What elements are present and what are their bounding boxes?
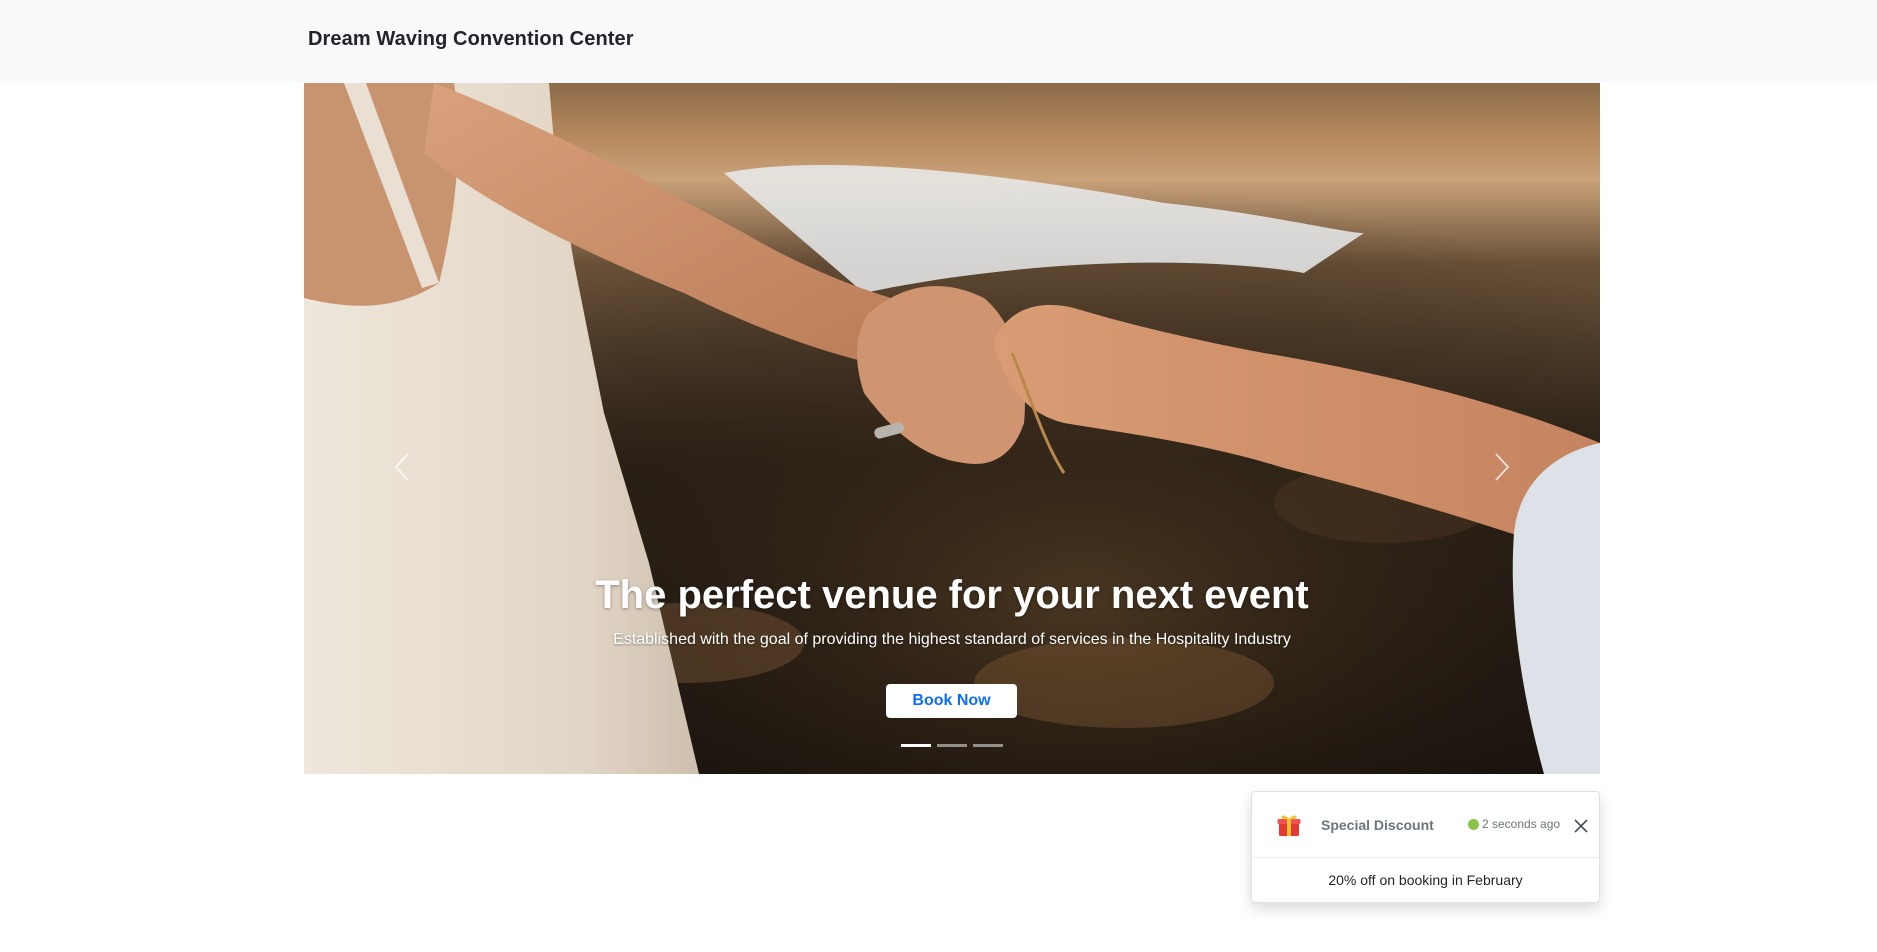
- toast-title: Special Discount: [1321, 817, 1434, 833]
- status-dot-icon: [1468, 819, 1479, 830]
- toast-message: 20% off on booking in February: [1328, 872, 1523, 888]
- brand-title[interactable]: Dream Waving Convention Center: [308, 28, 634, 51]
- carousel-indicator-3[interactable]: [973, 744, 1003, 747]
- carousel-next-button[interactable]: [1482, 439, 1522, 495]
- gift-icon: [1277, 815, 1301, 836]
- toast-timestamp: 2 seconds ago: [1482, 817, 1561, 831]
- navbar: Dream Waving Convention Center: [0, 0, 1877, 83]
- carousel-indicators: [901, 744, 1003, 747]
- carousel-indicator-2[interactable]: [937, 744, 967, 747]
- toast-header: Special Discount 2 seconds ago: [1252, 792, 1599, 858]
- hero-carousel: The perfect venue for your next event Es…: [304, 83, 1600, 774]
- carousel-prev-button[interactable]: [382, 439, 422, 495]
- chevron-left-icon: [394, 453, 409, 481]
- close-icon[interactable]: [1572, 817, 1590, 835]
- book-now-button[interactable]: Book Now: [886, 684, 1017, 718]
- chevron-right-icon: [1495, 453, 1510, 481]
- hero-image: [304, 83, 1600, 774]
- hero-title: The perfect venue for your next event: [595, 573, 1309, 617]
- carousel-indicator-1[interactable]: [901, 744, 931, 747]
- discount-toast: Special Discount 2 seconds ago 20% off o…: [1251, 791, 1600, 903]
- hero-subtitle: Established with the goal of providing t…: [613, 631, 1291, 648]
